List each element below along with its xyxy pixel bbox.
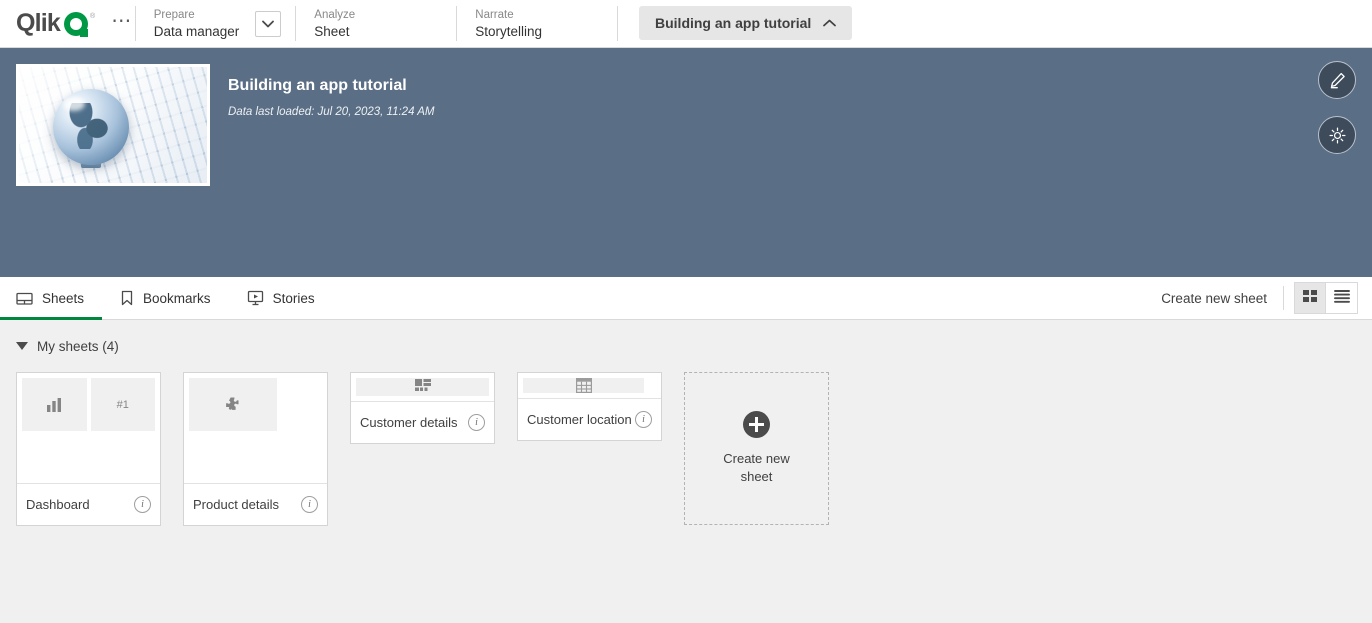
sheet-name-customer-details: Customer details [360,415,458,430]
treemap-icon [356,378,489,396]
puzzle-piece-icon [189,378,277,431]
info-icon[interactable]: i [301,496,318,513]
caret-down-icon [16,342,28,350]
nav-item-analyze[interactable]: Analyze Sheet [296,0,456,47]
nav-divider [617,6,619,41]
app-selector-label: Building an app tutorial [655,15,812,31]
plus-circle-icon [743,411,770,438]
info-icon[interactable]: i [468,414,485,431]
app-title: Building an app tutorial [228,77,407,94]
create-new-sheet-label: Create new sheet [723,451,790,484]
table-icon [523,378,645,393]
sheet-thumbnail [351,373,494,401]
content-tab-bar: Sheets Bookmarks Stories Create new shee… [0,277,1372,320]
chevron-down-icon[interactable] [255,10,282,37]
chevron-up-icon [823,14,837,32]
top-navigation-bar: Qlik ® ⋯ Prepare Data manager Analyze Sh… [0,0,1372,48]
list-view-button[interactable] [1326,282,1358,314]
tabbar-right-controls: Create new sheet [1161,277,1358,319]
tab-label-bookmarks: Bookmarks [143,290,211,306]
logo-zone: Qlik ® ⋯ [0,0,135,47]
nav-kicker-prepare: Prepare [153,8,195,21]
sheet-thumbnail: #1 [17,373,160,483]
create-new-sheet-link[interactable]: Create new sheet [1161,291,1283,306]
sheet-icon [16,291,33,306]
my-sheets-title: My sheets (4) [37,338,119,354]
nav-item-prepare[interactable]: Prepare Data manager [136,0,250,47]
app-settings-button[interactable] [1318,116,1356,154]
qlik-q-mark-icon [64,11,89,36]
app-selector-button[interactable]: Building an app tutorial [639,6,853,40]
grid-icon [1302,288,1318,309]
list-icon [1333,288,1351,309]
tab-sheets[interactable]: Sheets [0,277,103,320]
tab-bookmarks[interactable]: Bookmarks [102,277,229,319]
sheet-card-footer: Product details i [184,483,327,525]
prepare-dropdown-wrap [249,0,295,47]
app-info: Building an app tutorial Data last loade… [228,64,435,261]
info-icon[interactable]: i [134,496,151,513]
sheet-card-customer-location[interactable]: Customer location i [517,372,662,441]
sheet-card-footer: Dashboard i [17,483,160,525]
sheets-content: My sheets (4) #1 Dashboard i Product det… [0,320,1372,526]
sheet-card-product-details[interactable]: Product details i [183,372,328,526]
gear-icon [1328,126,1347,145]
sheet-thumbnail [518,373,661,398]
create-new-sheet-card[interactable]: Create new sheet [684,372,829,525]
sheet-card-customer-details[interactable]: Customer details i [350,372,495,444]
nav-label-data-manager: Data manager [153,23,240,39]
sheet-name-dashboard: Dashboard [26,497,90,512]
info-icon[interactable]: i [635,411,652,428]
nav-label-storytelling: Storytelling [475,23,543,39]
nav-kicker-analyze: Analyze [314,8,356,21]
globe-icon [53,89,129,165]
registered-trademark-symbol: ® [90,13,96,20]
grid-view-button[interactable] [1294,282,1326,314]
kpi-value: #1 [116,398,129,411]
tab-label-stories: Stories [272,290,315,306]
nav-item-narrate[interactable]: Narrate Storytelling [457,0,617,47]
ellipsis-icon[interactable]: ⋯ [109,7,135,41]
tab-stories[interactable]: Stories [229,277,333,319]
sheet-thumbnail [184,373,327,483]
bar-chart-icon [22,378,87,431]
app-banner: Building an app tutorial Data last loade… [0,48,1372,277]
toolbar-divider [1283,286,1284,310]
nav-label-sheet: Sheet [314,23,350,39]
qlik-logo-text: Qlik [16,9,61,37]
sheet-name-product-details: Product details [193,497,279,512]
sheet-card-footer: Customer location i [518,398,661,440]
bookmark-icon [120,290,134,306]
pencil-icon [1328,71,1347,90]
data-last-loaded-text: Data last loaded: Jul 20, 2023, 11:24 AM [228,106,435,118]
story-icon [247,290,264,306]
tab-label-sheets: Sheets [42,290,85,306]
nav-kicker-narrate: Narrate [475,8,514,21]
my-sheets-section-header[interactable]: My sheets (4) [16,320,1356,372]
sheet-card-footer: Customer details i [351,401,494,443]
sheet-card-dashboard[interactable]: #1 Dashboard i [16,372,161,526]
app-thumbnail-image[interactable] [16,64,210,186]
edit-app-button[interactable] [1318,61,1356,99]
qlik-logo[interactable]: Qlik ® [16,11,95,36]
sheet-name-customer-location: Customer location [527,412,632,427]
kpi-tile: #1 [90,378,155,431]
sheet-card-grid: #1 Dashboard i Product details i Custome… [16,372,1356,526]
banner-actions [1318,61,1356,154]
